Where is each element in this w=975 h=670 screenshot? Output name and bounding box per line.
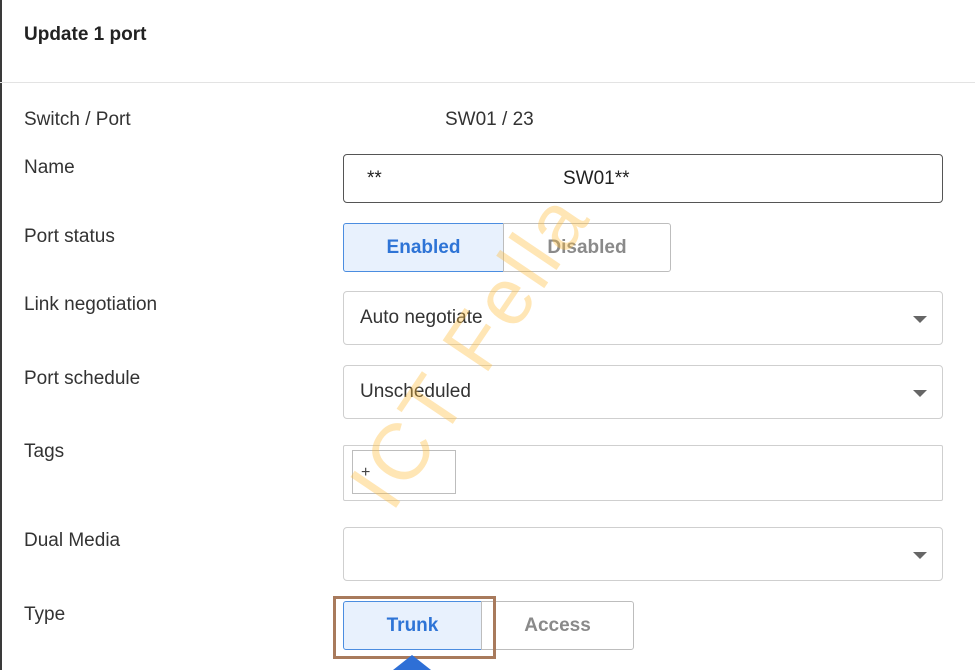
chevron-down-icon <box>913 390 927 397</box>
dialog-header: Update 1 port <box>0 0 975 83</box>
port-status-label: Port status <box>24 226 115 247</box>
add-tag-button[interactable]: + <box>352 450 456 494</box>
port-status-disabled-button[interactable]: Disabled <box>503 223 671 272</box>
tags-input[interactable]: + <box>343 445 943 501</box>
link-negotiation-select[interactable]: Auto negotiate <box>343 291 943 345</box>
window-edge <box>0 0 2 670</box>
dual-media-label: Dual Media <box>24 530 121 551</box>
plus-icon: + <box>361 464 371 481</box>
port-status-enabled-button[interactable]: Enabled <box>343 223 504 272</box>
port-schedule-value: Unscheduled <box>360 381 471 402</box>
link-negotiation-label: Link negotiation <box>24 294 158 315</box>
switch-port-value: SW01 / 23 <box>445 109 534 130</box>
highlight-annotation <box>333 596 496 659</box>
tags-label: Tags <box>24 441 65 462</box>
port-schedule-label: Port schedule <box>24 368 141 389</box>
name-field-prefix: ** <box>367 168 382 189</box>
name-field-value: SW01** <box>563 168 630 189</box>
port-schedule-select[interactable]: Unscheduled <box>343 365 943 419</box>
chevron-down-icon <box>913 316 927 323</box>
type-access-button[interactable]: Access <box>481 601 634 650</box>
link-negotiation-value: Auto negotiate <box>360 307 483 328</box>
switch-port-label: Switch / Port <box>24 109 131 130</box>
dual-media-select[interactable] <box>343 527 943 581</box>
tooltip-arrow-icon <box>393 655 431 670</box>
name-field[interactable]: ** SW01** <box>343 154 943 203</box>
name-label: Name <box>24 157 75 178</box>
dialog-title: Update 1 port <box>24 24 147 45</box>
type-label: Type <box>24 604 66 625</box>
chevron-down-icon <box>913 552 927 559</box>
